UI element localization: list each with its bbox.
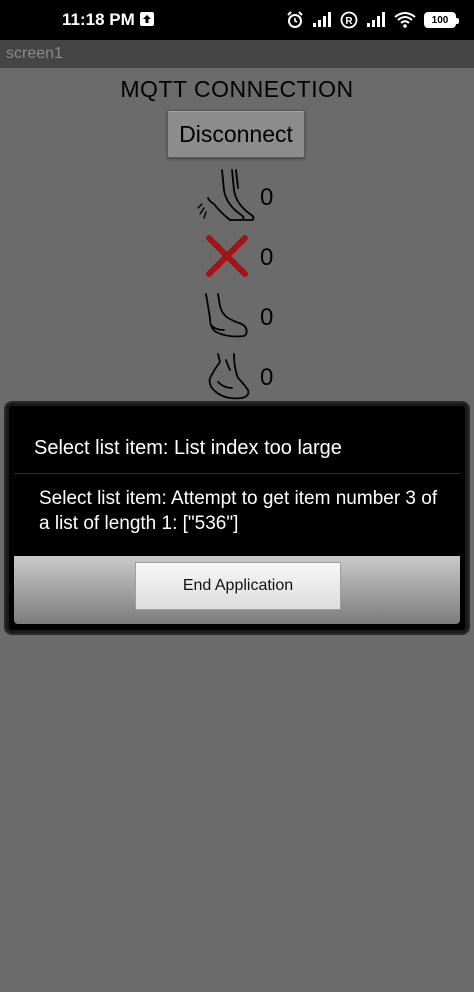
signal-icon	[367, 12, 385, 27]
mqtt-connection-label: MQTT CONNECTION	[120, 76, 354, 102]
row-value: 0	[260, 304, 274, 331]
alarm-icon	[287, 11, 303, 28]
end-application-button[interactable]: End Application	[135, 562, 341, 610]
app-title-bar: screen1	[0, 40, 474, 68]
roaming-r-icon: R	[340, 11, 358, 29]
foot-arch-icon	[208, 353, 250, 400]
battery-level: 100	[431, 14, 449, 26]
disconnect-button-label: Disconnect	[179, 120, 293, 147]
screen-title: screen1	[6, 45, 63, 62]
row-value: 0	[260, 244, 274, 271]
signal-icon	[313, 12, 331, 27]
battery-icon: 100	[424, 12, 459, 28]
status-icons: R 100	[286, 9, 459, 31]
status-bar: 11:18 PM R 100	[0, 0, 474, 40]
row-value: 0	[260, 364, 274, 391]
dialog-title: Select list item: List index too large	[34, 437, 342, 459]
dialog-button-area: End Application	[14, 556, 460, 624]
end-application-label: End Application	[182, 577, 294, 594]
foot-flat-icon	[205, 293, 248, 338]
dialog-title-area: Select list item: List index too large	[14, 411, 460, 473]
status-time: 11:18 PM	[62, 10, 135, 29]
heel-lift-feet-icon	[197, 169, 255, 221]
wifi-icon	[394, 12, 416, 28]
dialog-divider	[14, 473, 460, 474]
error-dialog: Select list item: List index too large S…	[6, 403, 468, 633]
disconnect-button[interactable]: Disconnect	[167, 110, 305, 158]
dialog-message: Select list item: Attempt to get item nu…	[39, 488, 438, 534]
upload-icon	[140, 12, 154, 26]
svg-text:R: R	[345, 16, 353, 27]
row-value: 0	[260, 184, 274, 211]
red-x-icon	[206, 235, 248, 277]
